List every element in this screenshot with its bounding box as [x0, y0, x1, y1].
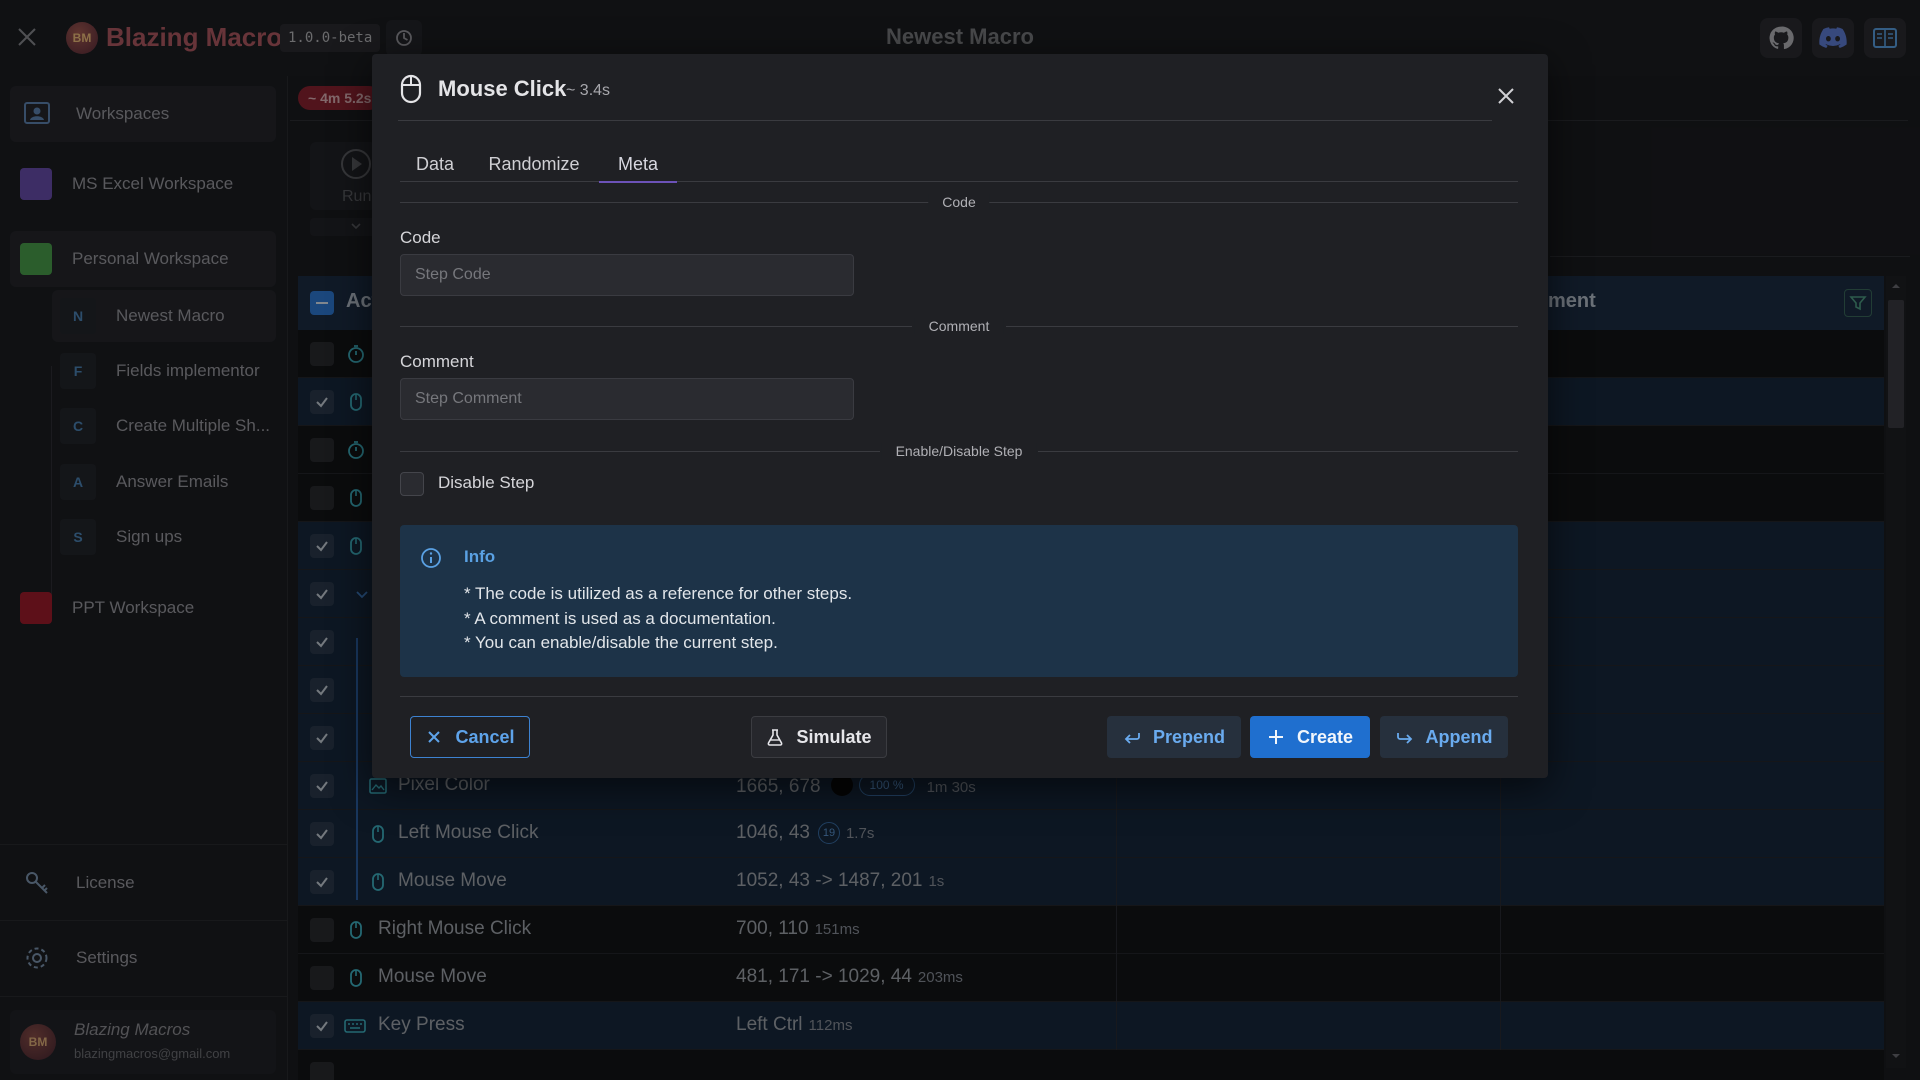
prepend-button[interactable]: Prepend [1107, 716, 1241, 758]
plus-icon [1268, 730, 1283, 744]
step-edit-dialog: Mouse Click ~ 3.4s Data Randomize Meta C… [372, 54, 1548, 778]
disable-step-checkbox[interactable] [400, 472, 424, 496]
tab-data[interactable]: Data [406, 150, 464, 194]
append-arrow-icon [1396, 733, 1412, 744]
step-comment-input[interactable] [400, 378, 854, 420]
tabs-divider [400, 181, 1518, 182]
close-dialog-button[interactable] [1494, 84, 1518, 108]
comment-label: Comment [400, 352, 474, 371]
mouse-icon [400, 74, 422, 104]
cancel-button[interactable]: Cancel [410, 716, 530, 758]
divider [398, 120, 1492, 121]
divider [400, 696, 1518, 697]
create-button[interactable]: Create [1250, 716, 1370, 758]
close-icon [1498, 88, 1514, 104]
dialog-title: Mouse Click [438, 76, 567, 101]
code-label: Code [400, 228, 441, 247]
flask-icon [768, 729, 783, 746]
section-divider-comment: Comment [400, 318, 1518, 334]
step-code-input[interactable] [400, 254, 854, 296]
tab-randomize[interactable]: Randomize [484, 150, 584, 194]
append-button[interactable]: Append [1380, 716, 1508, 758]
info-panel: Info * The code is utilized as a referen… [400, 525, 1518, 677]
dialog-duration: ~ 3.4s [566, 82, 611, 99]
section-divider-enable: Enable/Disable Step [400, 443, 1518, 459]
info-title: Info [464, 547, 496, 566]
section-divider-code: Code [400, 194, 1518, 210]
info-line: * You can enable/disable the current ste… [464, 633, 778, 652]
disable-step-label[interactable]: Disable Step [438, 473, 534, 493]
prepend-arrow-icon [1124, 733, 1140, 744]
info-icon [421, 548, 441, 568]
simulate-button[interactable]: Simulate [751, 716, 887, 758]
info-line: * A comment is used as a documentation. [464, 609, 776, 628]
close-icon [428, 731, 441, 743]
info-line: * The code is utilized as a reference fo… [464, 584, 853, 603]
tab-meta[interactable]: Meta [599, 150, 677, 183]
